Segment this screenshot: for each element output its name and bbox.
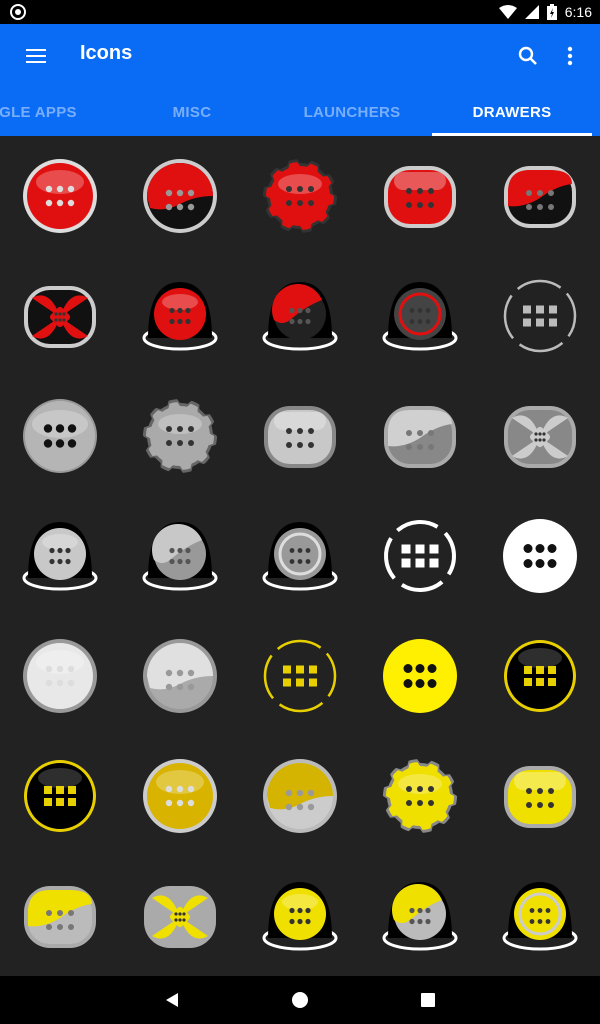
drawer-yellow-dome-ring-icon[interactable] bbox=[480, 856, 600, 976]
drawer-silver-brushed-icon-graphic bbox=[23, 399, 97, 473]
battery-icon bbox=[546, 4, 557, 20]
menu-icon[interactable] bbox=[16, 40, 56, 72]
drawer-silver-dome-icon[interactable] bbox=[0, 496, 120, 616]
drawer-silver-rounded-icon[interactable] bbox=[240, 376, 360, 496]
drawer-yellow-dome-split-icon[interactable] bbox=[360, 856, 480, 976]
drawer-silver-gear-icon-graphic bbox=[143, 399, 217, 473]
tab-bar: OGLE APPS MISC LAUNCHERS DRAWERS bbox=[0, 88, 600, 136]
drawer-red-dome-icon[interactable] bbox=[120, 256, 240, 376]
drawer-red-rounded-icon-graphic bbox=[384, 166, 456, 228]
app-bar: Icons OGLE APPS MISC LAUNCHERS DRAWERS bbox=[0, 24, 600, 136]
drawer-white-ring-squares-icon-graphic bbox=[384, 520, 456, 592]
drawer-silver-dome-ring-icon[interactable] bbox=[240, 496, 360, 616]
drawer-yellow-black-ring-icon-graphic bbox=[504, 640, 576, 712]
drawer-silver-fan-icon[interactable] bbox=[480, 376, 600, 496]
drawer-gold-glossy-icon[interactable] bbox=[120, 736, 240, 856]
drawer-silver-dome-split-icon-graphic bbox=[142, 522, 218, 591]
drawer-yellow-rounded-icon-graphic bbox=[504, 766, 576, 828]
wifi-icon bbox=[498, 5, 517, 19]
drawer-red-rounded-icon[interactable] bbox=[360, 136, 480, 256]
search-icon[interactable] bbox=[512, 40, 544, 72]
tab-misc[interactable]: MISC bbox=[112, 88, 272, 136]
drawer-red-glossy-icon-graphic bbox=[23, 159, 97, 233]
drawer-white-flat-icon-graphic bbox=[503, 519, 577, 593]
notification-icon bbox=[10, 4, 26, 20]
drawer-white-ring-squares-icon[interactable] bbox=[360, 496, 480, 616]
page-title: Icons bbox=[80, 42, 133, 64]
drawer-red-black-wave-icon[interactable] bbox=[480, 136, 600, 256]
drawer-black-yellow-ring-icon[interactable] bbox=[0, 736, 120, 856]
tab-drawers[interactable]: DRAWERS bbox=[432, 88, 592, 136]
drawer-white-flat-icon[interactable] bbox=[480, 496, 600, 616]
drawer-white-glossy-icon-graphic bbox=[23, 639, 97, 713]
drawer-red-black-split-icon[interactable] bbox=[120, 136, 240, 256]
drawer-silver-brushed-icon[interactable] bbox=[0, 376, 120, 496]
drawer-red-black-split-icon-graphic bbox=[143, 159, 217, 233]
drawer-red-dome-icon-graphic bbox=[142, 282, 218, 351]
drawer-yellow-black-ring-icon[interactable] bbox=[480, 616, 600, 736]
drawer-yellow-ring-squares-icon-graphic bbox=[263, 639, 337, 713]
drawer-grey-squares-icon-graphic bbox=[503, 279, 577, 353]
status-time: 6:16 bbox=[564, 4, 592, 20]
drawer-yellow-gear-icon-graphic bbox=[383, 759, 457, 833]
drawer-red-dome-split-icon[interactable] bbox=[240, 256, 360, 376]
drawer-black-yellow-ring-icon-graphic bbox=[24, 760, 96, 832]
drawer-gold-silver-split-icon-graphic bbox=[263, 759, 337, 833]
status-bar: 6:16 bbox=[0, 0, 600, 24]
tab-google-apps[interactable]: OGLE APPS bbox=[0, 88, 112, 136]
drawer-yellow-flat-icon[interactable] bbox=[360, 616, 480, 736]
tab-launchers[interactable]: LAUNCHERS bbox=[272, 88, 432, 136]
back-icon[interactable] bbox=[142, 976, 202, 1024]
drawer-yellow-wave-icon-graphic bbox=[24, 886, 96, 948]
drawer-red-dome-ring-icon[interactable] bbox=[360, 256, 480, 376]
drawer-silver-wave-icon[interactable] bbox=[360, 376, 480, 496]
drawer-yellow-flat-icon-graphic bbox=[383, 639, 457, 713]
drawer-silver-dome-split-icon[interactable] bbox=[120, 496, 240, 616]
icon-grid bbox=[0, 136, 600, 976]
recents-icon[interactable] bbox=[398, 976, 458, 1024]
drawer-red-black-wave-icon-graphic bbox=[504, 166, 576, 228]
drawer-yellow-dome-icon[interactable] bbox=[240, 856, 360, 976]
drawer-white-glossy-icon[interactable] bbox=[0, 616, 120, 736]
drawer-red-gear-icon-graphic bbox=[263, 159, 337, 233]
drawer-red-dome-ring-icon-graphic bbox=[382, 282, 458, 351]
drawer-silver-dome-icon-graphic bbox=[22, 522, 98, 591]
drawer-yellow-ring-squares-icon[interactable] bbox=[240, 616, 360, 736]
navigation-bar bbox=[0, 976, 600, 1024]
more-options-icon[interactable] bbox=[556, 40, 584, 72]
drawer-gold-silver-split-icon[interactable] bbox=[240, 736, 360, 856]
drawer-yellow-rounded-icon[interactable] bbox=[480, 736, 600, 856]
drawer-silver-wave-icon-graphic bbox=[384, 406, 456, 468]
drawer-yellow-wave-icon[interactable] bbox=[0, 856, 120, 976]
drawer-silver-gear-icon[interactable] bbox=[120, 376, 240, 496]
drawer-red-dome-split-icon-graphic bbox=[262, 282, 338, 351]
drawer-yellow-gear-icon[interactable] bbox=[360, 736, 480, 856]
drawer-yellow-dome-icon-graphic bbox=[262, 882, 338, 951]
drawer-red-fan-icon[interactable] bbox=[0, 256, 120, 376]
drawer-white-wave-icon-graphic bbox=[143, 639, 217, 713]
drawer-silver-dome-ring-icon-graphic bbox=[262, 522, 338, 591]
signal-icon bbox=[524, 5, 539, 19]
drawer-silver-fan-icon-graphic bbox=[504, 406, 576, 468]
drawer-gold-glossy-icon-graphic bbox=[143, 759, 217, 833]
drawer-yellow-fan-icon[interactable] bbox=[120, 856, 240, 976]
home-icon[interactable] bbox=[270, 976, 330, 1024]
drawer-red-glossy-icon[interactable] bbox=[0, 136, 120, 256]
drawer-red-fan-icon-graphic bbox=[24, 286, 96, 348]
drawer-yellow-dome-ring-icon-graphic bbox=[502, 882, 578, 951]
drawer-yellow-dome-split-icon-graphic bbox=[382, 882, 458, 951]
drawer-red-gear-icon[interactable] bbox=[240, 136, 360, 256]
drawer-silver-rounded-icon-graphic bbox=[264, 406, 336, 468]
drawer-white-wave-icon[interactable] bbox=[120, 616, 240, 736]
drawer-grey-squares-icon[interactable] bbox=[480, 256, 600, 376]
drawer-yellow-fan-icon-graphic bbox=[144, 886, 216, 948]
